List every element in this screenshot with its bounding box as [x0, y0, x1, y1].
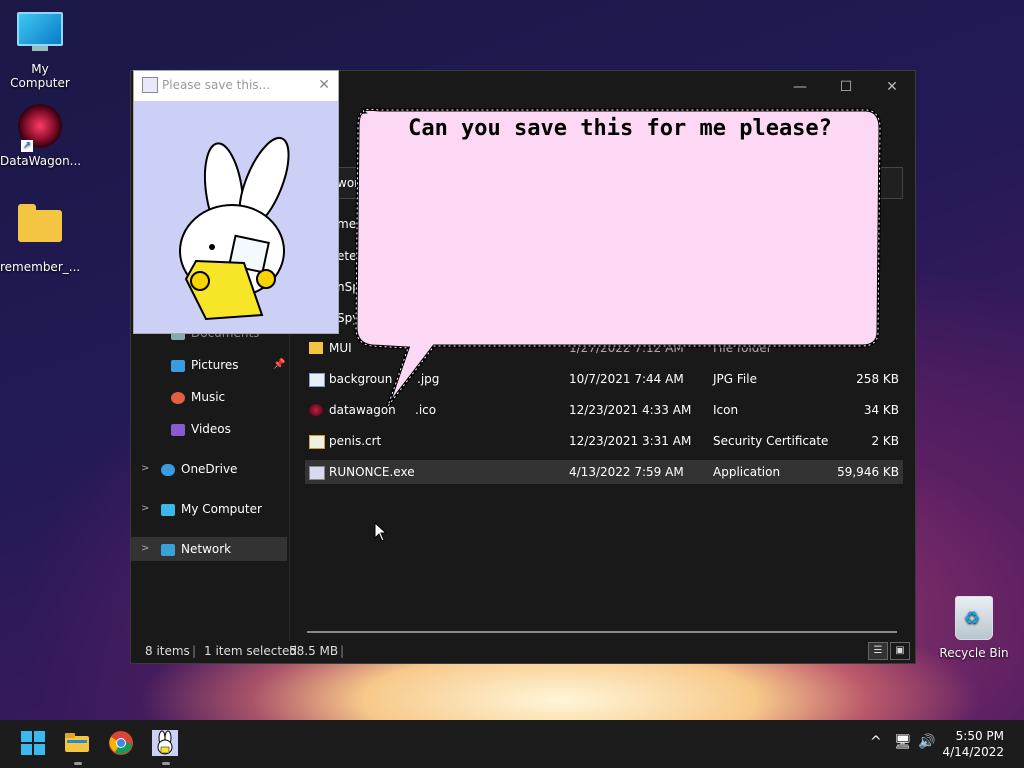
running-indicator: [74, 762, 82, 765]
start-button[interactable]: [20, 730, 48, 758]
desktop-icon-datawagon[interactable]: ↗ DataWagon...: [0, 104, 82, 168]
status-separator: |: [340, 644, 345, 658]
pin-icon: 📌: [273, 359, 286, 370]
pictures-icon: [171, 359, 185, 372]
tiles-view-button[interactable]: ▣: [890, 642, 910, 660]
selection-size: 58.5 MB: [289, 644, 339, 658]
show-hidden-icons-button[interactable]: ^: [870, 734, 882, 750]
computer-icon: [17, 12, 63, 58]
chrome-icon: [109, 731, 133, 755]
nav-item-music[interactable]: Music: [171, 385, 225, 409]
nav-item-pictures[interactable]: Pictures: [171, 353, 239, 377]
chevron-right-icon[interactable]: >: [141, 497, 149, 521]
desktop-icon-label: remember_...: [0, 260, 81, 274]
desktop-icon-label: Recycle Bin: [939, 646, 1009, 660]
nav-item-my-computer[interactable]: > My Computer: [131, 497, 287, 521]
minimize-button[interactable]: —: [785, 77, 815, 97]
nav-item-videos[interactable]: Videos: [171, 417, 231, 441]
nav-item-network[interactable]: > Network: [131, 537, 287, 561]
nav-item-label: Network: [181, 542, 232, 556]
datawagon-icon: ↗: [17, 104, 63, 152]
popup-close-button[interactable]: ✕: [318, 71, 330, 99]
popup-window[interactable]: Please save this... ✕: [133, 70, 339, 334]
taskbar: ^ 🖥 🔊 5:50 PM 4/14/2022: [0, 720, 1024, 768]
folder-icon: [309, 342, 323, 354]
running-indicator: [162, 762, 170, 765]
nav-item-label: My Computer: [181, 502, 262, 516]
desktop-icon-my-computer[interactable]: My Computer: [0, 8, 80, 90]
file-row[interactable]: penis.crt 12/23/2021 3:31 AM Security Ce…: [305, 429, 903, 453]
maximize-button[interactable]: ☐: [831, 77, 861, 97]
volume-icon[interactable]: 🔊: [918, 734, 935, 750]
image-file-icon: [309, 373, 325, 387]
desktop-icon-label: My Computer: [10, 62, 70, 90]
nav-item-label: OneDrive: [181, 462, 238, 476]
taskbar-bunny-app[interactable]: [152, 730, 180, 758]
icon-file-icon: [309, 404, 323, 416]
nav-item-label: Music: [191, 390, 226, 404]
shortcut-arrow-icon: ↗: [21, 140, 33, 152]
taskbar-chrome[interactable]: [108, 730, 136, 758]
application-icon: [309, 466, 325, 480]
clock-date: 4/14/2022: [942, 745, 1004, 759]
desktop-icon-label: DataWagon...: [0, 154, 82, 168]
computer-icon: [161, 503, 175, 516]
desktop-icon-remember-folder[interactable]: remember_...: [0, 200, 80, 274]
status-bar: 8 items | 1 item selected 58.5 MB | ☰ ▣: [131, 639, 915, 663]
nav-item-label: Pictures: [191, 358, 239, 372]
nav-item-onedrive[interactable]: > OneDrive: [131, 457, 287, 481]
speech-bubble: [354, 107, 882, 407]
desktop-icon-recycle-bin[interactable]: ♻ Recycle Bin: [934, 596, 1014, 660]
music-icon: [171, 391, 185, 404]
item-count: 8 items: [145, 644, 190, 658]
bunny-app-icon: [142, 77, 158, 93]
bunny-app-icon: [152, 730, 178, 756]
popup-title: Please save this...: [162, 78, 270, 92]
network-icon: [161, 543, 175, 556]
clock-time: 5:50 PM: [955, 729, 1004, 743]
bunny-holding-folder-image: [179, 136, 290, 321]
popup-titlebar[interactable]: Please save this... ✕: [134, 71, 338, 99]
recycle-bin-icon: ♻: [951, 596, 997, 642]
network-status-icon[interactable]: 🖥: [894, 734, 912, 750]
folder-icon: [17, 204, 63, 256]
mouse-cursor-icon: [374, 522, 388, 542]
details-view-button[interactable]: ☰: [868, 642, 888, 660]
taskbar-file-explorer[interactable]: [64, 730, 92, 758]
selection-count: 1 item selected: [204, 644, 298, 658]
cloud-icon: [161, 463, 175, 476]
certificate-icon: [309, 435, 325, 449]
bubble-text: Can you save this for me please?: [408, 116, 832, 141]
status-separator: |: [192, 644, 197, 658]
videos-icon: [171, 423, 185, 436]
nav-item-label: Videos: [191, 422, 231, 436]
horizontal-scrollbar[interactable]: [307, 631, 897, 633]
chevron-right-icon[interactable]: >: [141, 457, 149, 481]
chevron-right-icon[interactable]: >: [141, 537, 149, 561]
windows-logo-icon: [21, 731, 45, 755]
system-clock[interactable]: 5:50 PM 4/14/2022: [942, 728, 1004, 760]
popup-body: [134, 101, 338, 333]
close-button[interactable]: ✕: [877, 77, 907, 97]
folder-icon: [65, 733, 89, 752]
file-row-selected[interactable]: RUNONCE.exe 4/13/2022 7:59 AM Applicatio…: [305, 460, 903, 484]
